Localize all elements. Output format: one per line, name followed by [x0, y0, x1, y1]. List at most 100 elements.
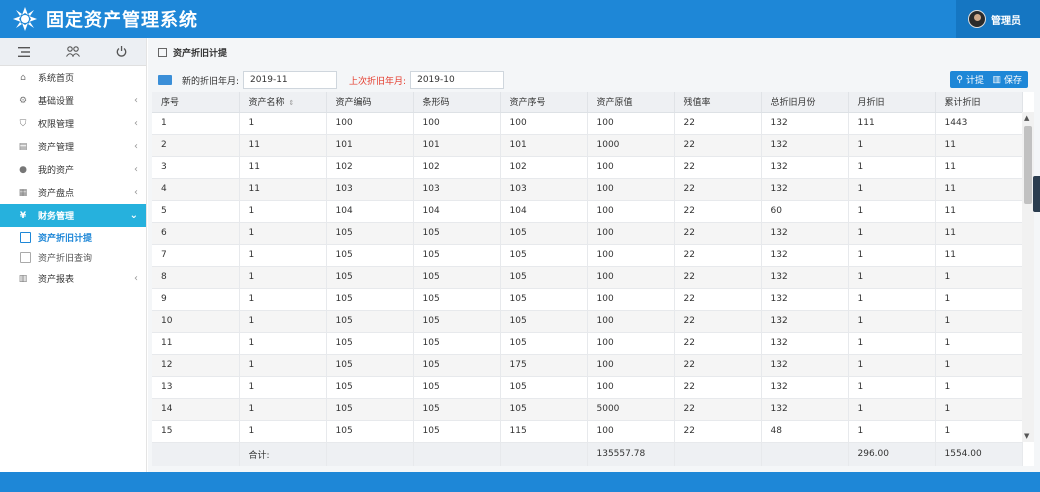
save-icon: ▥ [992, 74, 1001, 84]
table-row[interactable]: 5 1 104 104 104 100 22 60 1 11 [152, 200, 1023, 223]
column-header[interactable]: 资产原值 [587, 92, 675, 113]
side-feedback-tab[interactable] [1033, 176, 1040, 212]
column-header-label: 累计折旧 [944, 98, 981, 109]
table-row[interactable]: 8 1 105 105 105 100 22 132 1 1 [152, 266, 1023, 289]
scroll-up-icon[interactable]: ▲ [1024, 114, 1029, 122]
table-cell: 100 [587, 244, 675, 267]
scroll-down-icon[interactable]: ▼ [1024, 432, 1029, 440]
search-icon: ⚲ [956, 74, 963, 84]
last-period-input[interactable]: 2019-10 [410, 71, 505, 89]
total-cell [500, 442, 588, 466]
column-header[interactable]: 资产名称 ⇕ [239, 92, 327, 113]
table-cell: 1 [239, 354, 327, 377]
column-header[interactable]: 条形码 [413, 92, 501, 113]
sort-icon[interactable]: ⇕ [289, 99, 295, 107]
table-row[interactable]: 13 1 105 105 105 100 22 132 1 1 [152, 376, 1023, 399]
calculate-button[interactable]: ⚲ 计提 [950, 71, 990, 88]
table-cell: 22 [674, 420, 762, 443]
table-cell: 22 [674, 310, 762, 333]
column-header[interactable]: 资产编码 [326, 92, 414, 113]
table-row[interactable]: 7 1 105 105 105 100 22 132 1 11 [152, 244, 1023, 267]
menu-toggle-icon[interactable] [16, 44, 32, 60]
table-cell: 1 [935, 354, 1023, 377]
table-row[interactable]: 9 1 105 105 105 100 22 132 1 1 [152, 288, 1023, 311]
table-row[interactable]: 4 11 103 103 103 100 22 132 1 11 [152, 178, 1023, 201]
column-header[interactable]: 月折旧 [848, 92, 936, 113]
column-header[interactable]: 序号 [152, 92, 240, 113]
table-cell: 11 [239, 178, 327, 201]
sidebar-item-reports[interactable]: ▥ 资产报表 ‹ [0, 267, 146, 290]
table-cell: 22 [674, 156, 762, 179]
table-cell: 111 [848, 112, 936, 135]
table-cell: 1443 [935, 112, 1023, 135]
table-cell: 105 [413, 332, 501, 355]
table-cell: 1 [239, 112, 327, 135]
sidebar-item-my-assets[interactable]: ● 我的资产 ‹ [0, 158, 146, 181]
submenu-item-depreciation-query[interactable]: 资产折旧查询 [0, 247, 146, 267]
new-period-input[interactable]: 2019-11 [243, 71, 338, 89]
main-content: 资产折旧计提 新的折旧年月: 2019-11 上次折旧年月: 2019-10 ⚲… [148, 38, 1040, 472]
table-cell: 132 [761, 134, 849, 157]
table-cell: 132 [761, 288, 849, 311]
submenu-item-depreciation-provision[interactable]: 资产折旧计提 [0, 227, 146, 247]
sidebar-item-home[interactable]: ⌂ 系统首页 [0, 66, 146, 89]
power-icon[interactable] [114, 44, 130, 60]
chevron-left-icon: ‹ [134, 95, 138, 106]
column-header[interactable]: 资产序号 [500, 92, 588, 113]
table-cell: 132 [761, 376, 849, 399]
table-cell: 100 [326, 112, 414, 135]
table-cell: 105 [326, 266, 414, 289]
save-button[interactable]: ▥ 保存 [986, 71, 1028, 88]
table-cell: 105 [413, 244, 501, 267]
scroll-thumb[interactable] [1024, 126, 1032, 204]
depreciation-table: 序号 资产名称 ⇕ 资产编码 条形码 资产序号 资产原值 残值率 总折旧月份 月折… [152, 92, 1034, 466]
table-cell: 22 [674, 354, 762, 377]
sidebar-item-finance[interactable]: ¥ 财务管理 ⌄ [0, 204, 146, 227]
table-cell: 5 [152, 200, 240, 223]
user-menu[interactable]: 管理员 [956, 0, 1040, 38]
sidebar-item-asset-management[interactable]: ▤ 资产管理 ‹ [0, 135, 146, 158]
table-row[interactable]: 10 1 105 105 105 100 22 132 1 1 [152, 310, 1023, 333]
page-title: 资产折旧计提 [173, 48, 228, 59]
table-row[interactable]: 11 1 105 105 105 100 22 132 1 1 [152, 332, 1023, 355]
table-row[interactable]: 12 1 105 105 175 100 22 132 1 1 [152, 354, 1023, 377]
save-button-label: 保存 [1003, 75, 1022, 85]
chevron-left-icon: ‹ [134, 187, 138, 198]
table-cell: 11 [239, 156, 327, 179]
table-cell: 105 [326, 288, 414, 311]
table-row[interactable]: 1 1 100 100 100 100 22 132 111 1443 [152, 112, 1023, 135]
total-cell [152, 442, 240, 466]
sidebar-item-inventory[interactable]: ▦ 资产盘点 ‹ [0, 181, 146, 204]
table-cell: 103 [326, 178, 414, 201]
table-row[interactable]: 6 1 105 105 105 100 22 132 1 11 [152, 222, 1023, 245]
table-cell: 1 [848, 244, 936, 267]
table-cell: 3 [152, 156, 240, 179]
table-cell: 100 [587, 420, 675, 443]
column-header[interactable]: 残值率 [674, 92, 762, 113]
table-cell: 105 [326, 244, 414, 267]
table-scrollbar[interactable]: ▲ ▼ [1022, 112, 1034, 442]
app-header: 固定资产管理系统 管理员 [0, 0, 1040, 38]
sidebar-item-permissions[interactable]: ⛉ 权限管理 ‹ [0, 112, 146, 135]
table-cell: 11 [935, 244, 1023, 267]
table-row[interactable]: 14 1 105 105 105 5000 22 132 1 1 [152, 398, 1023, 421]
table-cell: 1 [848, 156, 936, 179]
table-cell: 6 [152, 222, 240, 245]
table-cell: 1000 [587, 134, 675, 157]
users-icon[interactable] [65, 44, 81, 60]
table-cell: 22 [674, 244, 762, 267]
submenu-item-label: 资产折旧查询 [38, 253, 93, 264]
sidebar-item-basic-settings[interactable]: ⚙ 基础设置 ‹ [0, 89, 146, 112]
filter-bar: 新的折旧年月: 2019-11 上次折旧年月: 2019-10 ⚲ 计提 ▥ 保… [148, 66, 1040, 94]
column-header[interactable]: 总折旧月份 [761, 92, 849, 113]
table-row[interactable]: 2 11 101 101 101 1000 22 132 1 11 [152, 134, 1023, 157]
table-cell: 105 [413, 310, 501, 333]
table-row[interactable]: 3 11 102 102 102 100 22 132 1 11 [152, 156, 1023, 179]
table-cell: 104 [500, 200, 588, 223]
column-header[interactable]: 累计折旧 [935, 92, 1023, 113]
table-cell: 15 [152, 420, 240, 443]
table-row[interactable]: 15 1 105 105 115 100 22 48 1 1 [152, 420, 1023, 443]
table-cell: 105 [500, 376, 588, 399]
last-period-label: 上次折旧年月: [349, 76, 407, 87]
table-cell: 1 [152, 112, 240, 135]
